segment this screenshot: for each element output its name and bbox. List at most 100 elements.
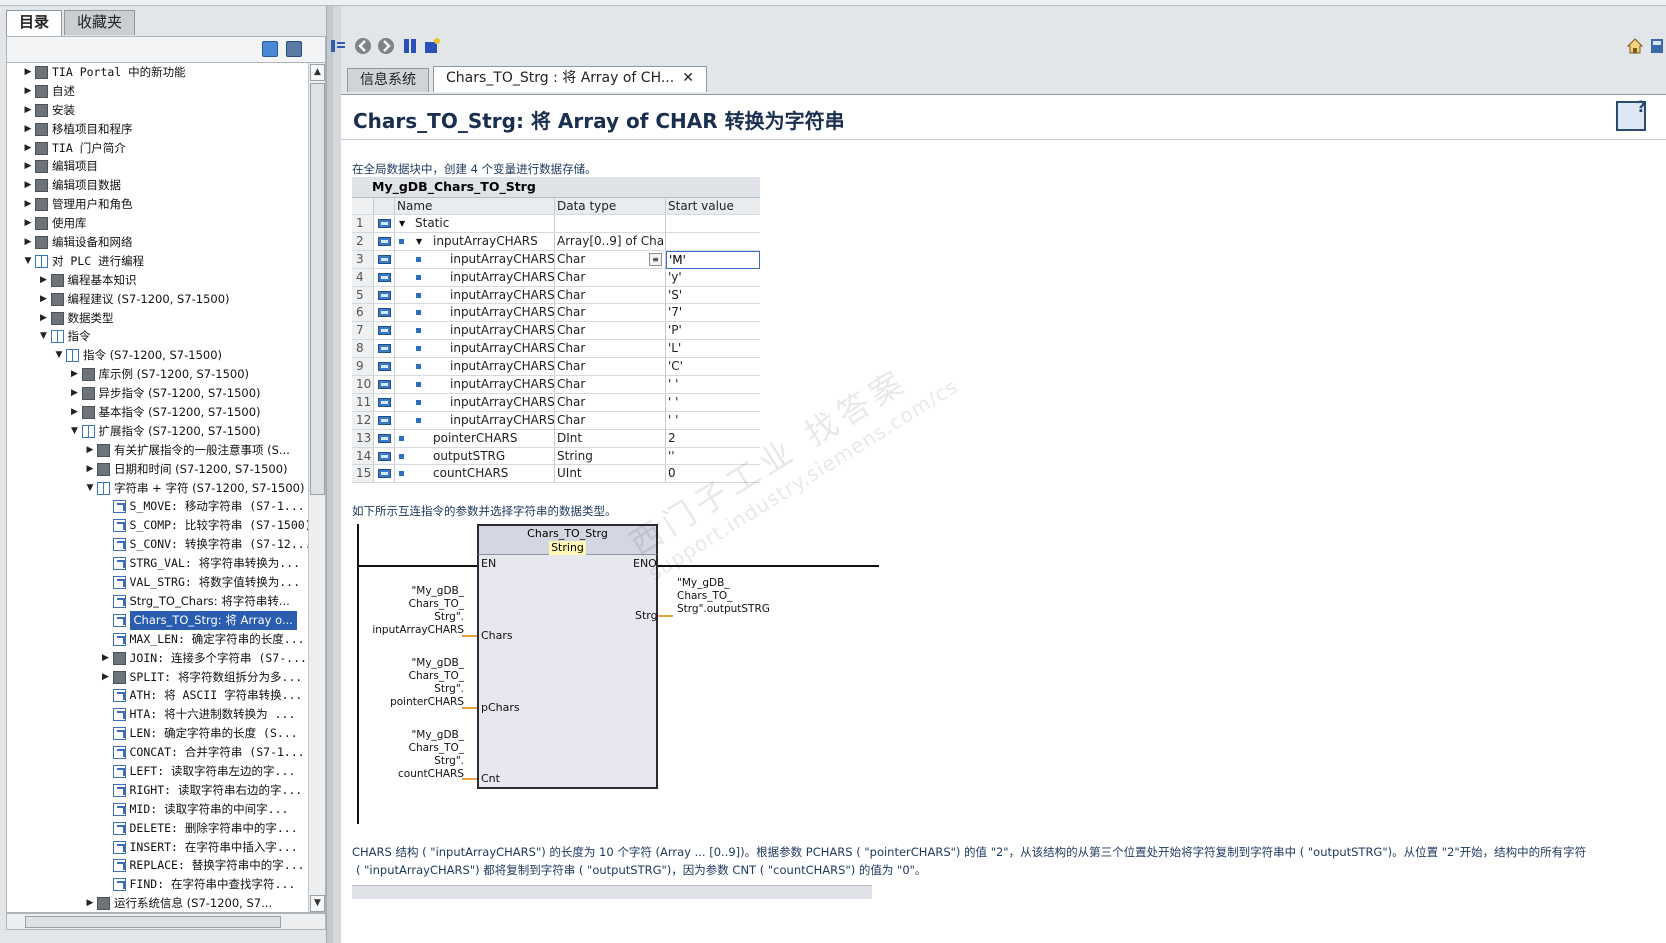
expand-arrow-icon[interactable]: ▶ <box>70 365 80 384</box>
tree-item[interactable]: ▶ 安装 <box>7 101 309 120</box>
tree-item[interactable]: ▶ 编辑项目 <box>7 157 309 176</box>
tree-item[interactable]: S_COMP: 比较字符串 (S7-1500) <box>7 516 309 535</box>
expand-arrow-icon[interactable]: ▶ <box>23 101 33 120</box>
variable-name-cell[interactable]: inputArrayCHARS[3] <box>395 304 555 322</box>
scroll-down-button[interactable]: ▼ <box>310 895 325 912</box>
tree-item[interactable]: ▶ 管理用户和角色 <box>7 195 309 214</box>
expand-arrow-icon[interactable]: ▶ <box>23 233 33 252</box>
start-value-cell[interactable]: ' ' <box>666 412 760 429</box>
table-row[interactable]: 5 inputArrayCHARS[2]Char'S' <box>352 286 760 305</box>
sync-icon[interactable] <box>262 41 278 57</box>
tree-item[interactable]: FIND: 在字符串中查找字符... <box>7 875 309 894</box>
tree-item[interactable]: VAL_STRG: 将数字值转换为... <box>7 573 309 592</box>
table-row[interactable]: 4 inputArrayCHARS[1]Char'y' <box>352 268 760 287</box>
tree-item[interactable]: REPLACE: 替换字符串中的字... <box>7 856 309 875</box>
expand-arrow-icon[interactable]: ▶ <box>23 157 33 176</box>
tree-item[interactable]: RIGHT: 读取字符串右边的字... <box>7 781 309 800</box>
variable-name-cell[interactable]: pointerCHARS <box>395 429 555 447</box>
fb-datatype[interactable]: String <box>549 541 586 555</box>
data-type-cell[interactable]: Char <box>555 268 666 286</box>
data-type-cell[interactable]: Char <box>555 322 666 340</box>
tree-item[interactable]: ▶ 异步指令 (S7-1200, S7-1500) <box>7 384 309 403</box>
tree-item[interactable]: LEFT: 读取字符串左边的字... <box>7 762 309 781</box>
close-icon[interactable]: ✕ <box>682 67 694 89</box>
function-block[interactable] <box>477 524 658 789</box>
operand-strg[interactable]: "My_gDB_ Chars_TO_ Strg".outputSTRG <box>677 577 770 616</box>
collapse-arrow-icon[interactable]: ▼ <box>399 215 405 232</box>
expand-arrow-icon[interactable]: ▶ <box>39 309 49 328</box>
variable-name-cell[interactable]: ▼ Static <box>395 215 555 232</box>
data-type-cell[interactable]: Char <box>555 358 666 376</box>
variable-name-cell[interactable]: outputSTRG <box>395 447 555 465</box>
home-icon[interactable] <box>1626 37 1644 55</box>
tree-item[interactable]: Chars_TO_Strg: 将 Array o... <box>7 610 309 630</box>
help-screen-icon[interactable] <box>1616 97 1646 131</box>
tree-item[interactable]: ▼ 指令 <box>7 327 309 346</box>
data-type-cell[interactable]: Char <box>555 340 666 358</box>
expand-arrow-icon[interactable]: ▶ <box>70 403 80 422</box>
tab-information-system[interactable]: 信息系统 <box>347 68 429 92</box>
start-value-cell[interactable]: ' ' <box>666 376 760 393</box>
tree-item[interactable]: MID: 读取字符串的中间字... <box>7 800 309 819</box>
start-value-cell[interactable]: '' <box>666 448 760 465</box>
expand-arrow-icon[interactable]: ▶ <box>85 894 95 912</box>
tree-item[interactable]: ▶ 编程基本知识 <box>7 271 309 290</box>
table-row[interactable]: 14 outputSTRG String '' <box>352 447 760 466</box>
start-value-cell[interactable]: 'y' <box>666 269 760 286</box>
data-type-cell[interactable]: String <box>555 447 666 465</box>
tree-item[interactable]: HTA: 将十六进制数转换为 ... <box>7 705 309 724</box>
print-icon[interactable] <box>1648 37 1666 55</box>
data-type-cell[interactable] <box>555 215 666 232</box>
data-type-cell[interactable]: DInt <box>555 429 666 447</box>
table-row[interactable]: 15 countCHARS UInt 0 <box>352 465 760 484</box>
expand-arrow-icon[interactable]: ▶ <box>23 214 33 233</box>
table-row[interactable]: 12 inputArrayCHARS[9]Char' ' <box>352 411 760 430</box>
scroll-thumb[interactable] <box>310 83 325 495</box>
scroll-up-button[interactable]: ▲ <box>310 64 325 81</box>
start-value-cell[interactable]: 2 <box>666 430 760 447</box>
tree-item[interactable]: ▶ 编辑项目数据 <box>7 176 309 195</box>
data-type-cell[interactable]: Char <box>555 376 666 393</box>
tree-item[interactable]: S_CONV: 转换字符串 (S7-12... <box>7 535 309 554</box>
tree-item[interactable]: ▶ 基本指令 (S7-1200, S7-1500) <box>7 403 309 422</box>
variable-name-cell[interactable]: inputArrayCHARS[9] <box>395 411 555 429</box>
collapse-arrow-icon[interactable]: ▼ <box>70 422 80 441</box>
table-row[interactable]: 3inputArrayCHARS[0]Char≡'M' <box>352 250 760 269</box>
tree-item[interactable]: ▶ 自述 <box>7 82 309 101</box>
operand-cnt[interactable]: "My_gDB_ Chars_TO_ Strg". countCHARS <box>398 729 464 781</box>
data-type-cell[interactable]: Array[0..9] of Char <box>555 232 666 250</box>
expand-arrow-icon[interactable]: ▶ <box>85 441 95 460</box>
tree-item[interactable]: INSERT: 在字符串中插入字... <box>7 838 309 857</box>
data-type-cell[interactable]: Char <box>555 286 666 304</box>
table-row[interactable]: 11 inputArrayCHARS[8]Char' ' <box>352 393 760 412</box>
expand-arrow-icon[interactable]: ▶ <box>39 271 49 290</box>
collapse-arrow-icon[interactable]: ▼ <box>54 346 64 365</box>
tree-item[interactable]: ▶ 移植项目和程序 <box>7 120 309 139</box>
collapse-arrow-icon[interactable]: ▼ <box>416 233 422 250</box>
tree-item[interactable]: ▼ 指令 (S7-1200, S7-1500) <box>7 346 309 365</box>
collapse-arrow-icon[interactable]: ▼ <box>39 327 49 346</box>
expand-arrow-icon[interactable]: ▶ <box>70 384 80 403</box>
expand-arrow-icon[interactable]: ▶ <box>23 120 33 139</box>
start-value-cell[interactable]: 'S' <box>666 287 760 304</box>
expand-arrow-icon[interactable]: ▶ <box>23 139 33 158</box>
table-row[interactable]: 10 inputArrayCHARS[7]Char' ' <box>352 376 760 394</box>
tree-item[interactable]: S_MOVE: 移动字符串 (S7-1... <box>7 497 309 516</box>
operand-chars[interactable]: "My_gDB_ Chars_TO_ Strg". inputArrayCHAR… <box>372 585 464 637</box>
tree-item[interactable]: ▶ 日期和时间 (S7-1200, S7-1500) <box>7 460 309 479</box>
tree-item[interactable]: MAX_LEN: 确定字符串的长度... <box>7 630 309 649</box>
tree-item[interactable]: DELETE: 删除字符串中的字... <box>7 819 309 838</box>
tree-item[interactable]: ▶ 使用库 <box>7 214 309 233</box>
variable-name-cell[interactable]: inputArrayCHARS[2] <box>395 286 555 304</box>
toc-icon[interactable] <box>329 37 347 55</box>
forward-icon[interactable] <box>377 37 395 55</box>
table-row[interactable]: 8 inputArrayCHARS[5]Char'L' <box>352 340 760 359</box>
start-value-cell[interactable] <box>666 215 760 232</box>
add-favorite-icon[interactable] <box>423 37 441 55</box>
tree-item[interactable]: LEN: 确定字符串的长度 (S... <box>7 724 309 743</box>
hscroll-thumb[interactable] <box>25 916 281 928</box>
variable-name-cell[interactable]: inputArrayCHARS[4] <box>395 322 555 340</box>
tree-item[interactable]: ▶ JOIN: 连接多个字符串 (S7-... <box>7 649 309 668</box>
start-value-cell[interactable]: 'C' <box>666 358 760 375</box>
tree-item[interactable]: ▶ 编辑设备和网络 <box>7 233 309 252</box>
